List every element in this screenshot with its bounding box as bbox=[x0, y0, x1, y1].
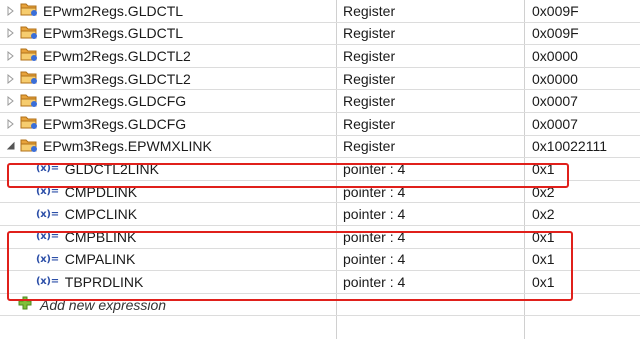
value-cell[interactable]: 0x009F bbox=[525, 0, 640, 22]
value-cell[interactable]: 0x0000 bbox=[525, 45, 640, 67]
folder-icon bbox=[20, 114, 38, 133]
field-name: CMPALINK bbox=[64, 251, 136, 268]
folder-icon bbox=[20, 46, 38, 65]
expression-row[interactable]: EPwm3Regs.GLDCTL Register 0x009F bbox=[0, 22, 640, 46]
value-cell[interactable]: 0x1 bbox=[525, 271, 640, 293]
folder-icon bbox=[20, 137, 38, 156]
variable-icon: (x)= bbox=[36, 208, 59, 220]
type-cell: Register bbox=[337, 45, 525, 67]
value-cell[interactable]: 0x1 bbox=[525, 226, 640, 248]
type-cell: pointer : 4 bbox=[337, 203, 525, 225]
variable-icon: (x)= bbox=[36, 231, 59, 243]
folder-icon bbox=[20, 69, 38, 88]
field-name: CMPCLINK bbox=[64, 206, 138, 223]
add-expression-row[interactable]: Add new expression bbox=[0, 293, 640, 317]
type-cell: Register bbox=[337, 67, 525, 90]
expression-name: EPwm2Regs.GLDCFG bbox=[43, 93, 187, 110]
expression-name: EPwm3Regs.EPWMXLINK bbox=[43, 138, 212, 155]
variable-icon: (x)= bbox=[36, 186, 59, 198]
field-row[interactable]: (x)= CMPCLINK pointer : 4 0x2 bbox=[0, 203, 640, 226]
expression-row[interactable]: EPwm2Regs.GLDCTL Register 0x009F bbox=[0, 0, 640, 23]
expand-arrow-icon[interactable] bbox=[4, 26, 18, 40]
field-row[interactable]: (x)= TBPRDLINK pointer : 4 0x1 bbox=[0, 271, 640, 294]
expression-row-expanded[interactable]: EPwm3Regs.EPWMXLINK Register 0x10022111 bbox=[0, 135, 640, 159]
type-cell: pointer : 4 bbox=[337, 225, 525, 248]
expand-arrow-icon[interactable] bbox=[4, 4, 18, 18]
folder-icon bbox=[20, 1, 38, 20]
field-name: CMPDLINK bbox=[64, 183, 138, 200]
expression-name: EPwm3Regs.GLDCTL bbox=[43, 25, 184, 42]
expand-arrow-icon[interactable] bbox=[4, 72, 18, 86]
value-cell[interactable]: 0x2 bbox=[525, 203, 640, 225]
collapse-arrow-icon[interactable] bbox=[4, 139, 18, 153]
folder-icon bbox=[20, 24, 38, 43]
type-cell: Register bbox=[337, 90, 525, 112]
folder-icon bbox=[20, 92, 38, 111]
type-cell-empty bbox=[337, 293, 525, 316]
field-name: CMPBLINK bbox=[64, 228, 137, 245]
expression-row[interactable]: EPwm2Regs.GLDCTL2 Register 0x0000 bbox=[0, 45, 640, 68]
variable-icon: (x)= bbox=[36, 163, 59, 175]
type-cell: Register bbox=[337, 22, 525, 45]
value-cell[interactable]: 0x1 bbox=[525, 158, 640, 180]
field-name: TBPRDLINK bbox=[64, 273, 144, 290]
type-cell: Register bbox=[337, 0, 525, 22]
expressions-table: EPwm2Regs.GLDCTL Register 0x009F EPwm3Re… bbox=[0, 0, 640, 339]
value-cell[interactable]: 0x0007 bbox=[525, 113, 640, 135]
type-cell: pointer : 4 bbox=[337, 180, 525, 203]
value-cell[interactable]: 0x0007 bbox=[525, 90, 640, 112]
expression-name: EPwm2Regs.GLDCTL2 bbox=[43, 47, 191, 64]
expand-arrow-icon[interactable] bbox=[4, 49, 18, 63]
type-cell: pointer : 4 bbox=[337, 271, 525, 293]
field-name: GLDCTL2LINK bbox=[64, 160, 159, 177]
field-row[interactable]: (x)= CMPALINK pointer : 4 0x1 bbox=[0, 248, 640, 272]
field-row[interactable]: (x)= CMPBLINK pointer : 4 0x1 bbox=[0, 225, 640, 249]
expand-arrow-icon[interactable] bbox=[4, 94, 18, 108]
variable-icon: (x)= bbox=[36, 276, 59, 288]
field-row[interactable]: (x)= GLDCTL2LINK pointer : 4 0x1 bbox=[0, 158, 640, 181]
value-cell[interactable]: 0x1 bbox=[525, 249, 640, 271]
expression-name: EPwm3Regs.GLDCFG bbox=[43, 115, 187, 132]
expression-row[interactable]: EPwm3Regs.GLDCFG Register 0x0007 bbox=[0, 112, 640, 136]
value-cell[interactable]: 0x2 bbox=[525, 181, 640, 203]
field-row[interactable]: (x)= CMPDLINK pointer : 4 0x2 bbox=[0, 180, 640, 204]
value-cell-empty bbox=[525, 294, 640, 316]
expression-row[interactable]: EPwm2Regs.GLDCFG Register 0x0007 bbox=[0, 90, 640, 113]
type-cell: pointer : 4 bbox=[337, 158, 525, 180]
value-cell[interactable]: 0x0000 bbox=[525, 68, 640, 90]
empty-row bbox=[0, 316, 640, 339]
add-plus-icon[interactable] bbox=[18, 296, 32, 313]
expression-name: EPwm2Regs.GLDCTL bbox=[43, 2, 184, 19]
expand-arrow-icon[interactable] bbox=[4, 117, 18, 131]
value-cell[interactable]: 0x009F bbox=[525, 23, 640, 45]
variable-icon: (x)= bbox=[36, 253, 59, 265]
type-cell: Register bbox=[337, 112, 525, 135]
value-cell[interactable]: 0x10022111 bbox=[525, 136, 640, 158]
expression-row[interactable]: EPwm3Regs.GLDCTL2 Register 0x0000 bbox=[0, 67, 640, 91]
add-expression-label[interactable]: Add new expression bbox=[40, 297, 166, 313]
type-cell: pointer : 4 bbox=[337, 248, 525, 271]
expression-name: EPwm3Regs.GLDCTL2 bbox=[43, 70, 191, 87]
type-cell: Register bbox=[337, 135, 525, 158]
